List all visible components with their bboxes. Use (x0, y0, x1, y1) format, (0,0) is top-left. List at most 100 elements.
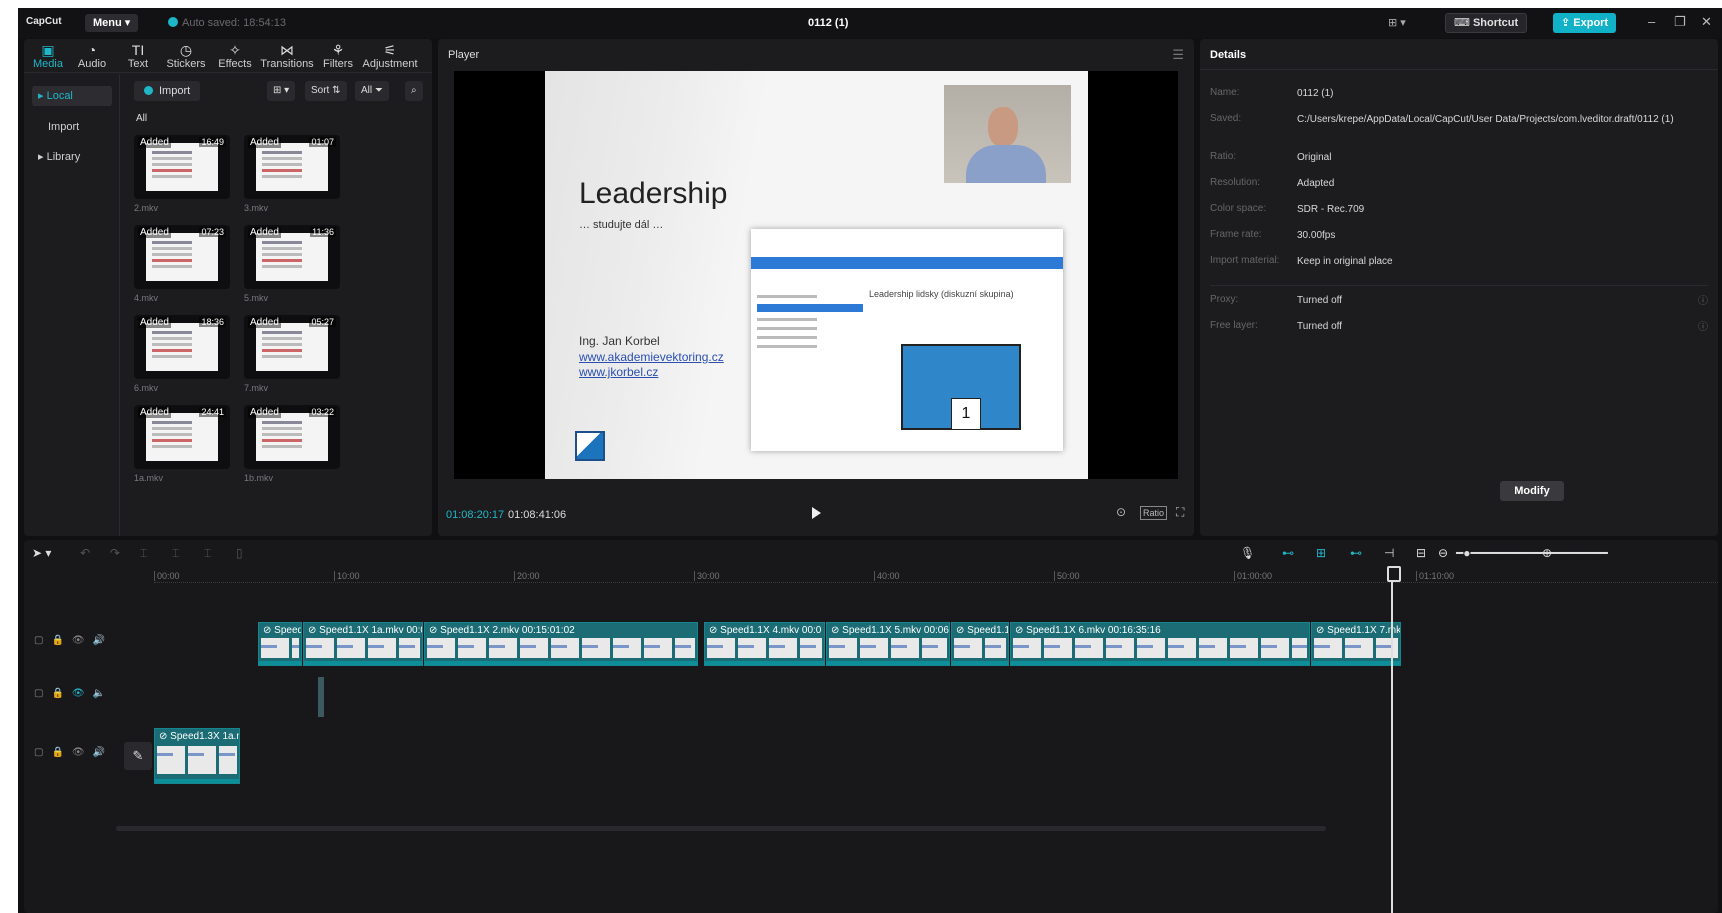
hamburger-icon[interactable]: ☰ (1172, 47, 1184, 63)
effects-icon: ✧ (229, 42, 241, 58)
minimize-icon[interactable]: – (1648, 14, 1655, 29)
split-left-icon[interactable]: ⌶ (172, 546, 179, 561)
duration-badge: 16:49 (199, 137, 226, 147)
media-item[interactable]: Added 01:07 3.mkv (244, 135, 340, 213)
text-icon: TI (131, 42, 145, 58)
detail-key: Name: (1210, 87, 1240, 98)
timeline-clip[interactable]: ⊘ Speed1.1X 1a.mkv 00:0 (303, 622, 423, 666)
media-item[interactable]: Added 24:41 1a.mkv (134, 405, 230, 483)
media-item[interactable]: Added 11:36 5.mkv (244, 225, 340, 303)
timeline-clip[interactable]: ⊘ Speed (258, 622, 302, 666)
ratio-button[interactable]: Ratio (1140, 506, 1168, 520)
sidebar-item-local[interactable]: ▸ Local (32, 86, 112, 106)
playhead[interactable] (1387, 566, 1401, 913)
edit-icon[interactable]: ✎ (124, 742, 152, 770)
timeline-scrollbar[interactable] (116, 826, 1326, 831)
speed-icon: ⊘ (263, 625, 272, 636)
zoom-fit-icon[interactable]: ⊙ (1116, 505, 1126, 519)
capcut-window: CapCut Menu ▾ Auto saved: 18:54:13 0112 … (18, 8, 1722, 913)
detail-key: Color space: (1210, 203, 1267, 214)
filter-button[interactable]: All ⏷ (355, 81, 389, 101)
media-thumbnail: Added 03:22 (244, 405, 340, 469)
zoom-in-icon[interactable]: ⊕ (1542, 546, 1552, 560)
fullscreen-icon[interactable]: ⛶ (1176, 505, 1184, 520)
zoom-out-icon[interactable]: ⊖ (1438, 546, 1448, 560)
info-icon[interactable]: ⓘ (1698, 292, 1708, 307)
media-name: 6.mkv (134, 383, 159, 393)
search-icon: ⌕ (411, 85, 417, 96)
media-item[interactable]: Added 05:27 7.mkv (244, 315, 340, 393)
redo-icon[interactable]: ↷ (110, 546, 120, 560)
search-button[interactable]: ⌕ (405, 81, 423, 101)
sort-button[interactable]: Sort ⇅ (305, 81, 347, 101)
media-item[interactable]: Added 07:23 4.mkv (134, 225, 230, 303)
view-toggle-button[interactable]: ⊞ ▾ (267, 81, 296, 101)
preview-axis-icon[interactable]: ⊣ (1384, 546, 1394, 560)
auto-snap-icon[interactable]: ⊞ (1316, 546, 1326, 560)
zoom-slider[interactable]: ━●━━━━━━━━━━━━━━━━━━━ (1456, 546, 1608, 560)
duration-badge: 11:36 (310, 227, 336, 237)
detail-value: Turned off (1297, 321, 1343, 332)
timeline-clip[interactable]: ⊘ Speed1.1X 4.mkv 00:0 (704, 622, 825, 666)
tab-media[interactable]: ▣ Media (32, 42, 64, 70)
speed-icon: ⊘ (429, 625, 438, 636)
undo-icon[interactable]: ↶ (80, 546, 90, 560)
sidebar-item-library[interactable]: ▸ Library (32, 147, 112, 167)
media-name: 7.mkv (244, 383, 269, 393)
timeline-clip[interactable]: ⊘ Speed1.1X 7.mk (1311, 622, 1401, 666)
media-tabs: ▣ Media ◔ Audio TI Text ◷ Stickers ✧ Effects … (24, 39, 432, 73)
lower-track-controls[interactable]: ▢🔒👁🔊 (34, 747, 113, 758)
tab-audio[interactable]: ◔ Audio (76, 42, 108, 70)
chevron-down-icon: ▾ (124, 17, 131, 29)
tab-filters[interactable]: ⚘ Filters (320, 42, 356, 70)
slide-title: Leadership (579, 177, 728, 210)
info-icon[interactable]: ⓘ (1698, 318, 1708, 333)
play-icon[interactable] (812, 507, 821, 519)
split-icon[interactable]: ⌶ (140, 546, 147, 561)
tab-adjustment[interactable]: ⚟ Adjustment (360, 42, 420, 70)
media-thumbnail: Added 05:27 (244, 315, 340, 379)
tab-stickers[interactable]: ◷ Stickers (164, 42, 208, 70)
tab-text[interactable]: TI Text (124, 42, 152, 70)
speed-icon: ⊘ (709, 625, 718, 636)
adjustment-icon: ⚟ (383, 42, 397, 58)
linkage-icon[interactable]: ⊷ (1350, 546, 1362, 560)
timeline-ruler[interactable]: 00:00 10:00 20:00 30:00 40:00 50:00 01:0… (154, 567, 1718, 583)
cover-icon[interactable]: ⊟ (1416, 546, 1426, 560)
media-item[interactable]: Added 18:36 6.mkv (134, 315, 230, 393)
title-bar: CapCut Menu ▾ Auto saved: 18:54:13 0112 … (18, 8, 1722, 38)
tab-effects[interactable]: ✧ Effects (216, 42, 254, 70)
shortcut-button[interactable]: ⌨ Shortcut (1445, 13, 1528, 33)
select-tool-icon[interactable]: ➤ ▾ (32, 546, 51, 560)
timeline-clip[interactable]: ⊘ Speed1.1X 2.mkv 00:15:01:02 (424, 622, 698, 666)
timeline-clip[interactable]: ⊘ Speed1.1X 6.mkv 00:16:35:16 (1010, 622, 1310, 666)
media-item[interactable]: Added 16:49 2.mkv (134, 135, 230, 213)
clip-marker (318, 677, 324, 717)
split-right-icon[interactable]: ⌶ (204, 546, 211, 561)
main-track-controls[interactable]: ▢🔒👁🔊 (34, 635, 113, 646)
detail-key: Frame rate: (1210, 229, 1262, 240)
modify-button[interactable]: Modify (1500, 481, 1564, 501)
speed-icon: ⊘ (831, 625, 840, 636)
clip-label: Speed1.1X 5.mkv 00:06 (842, 625, 949, 636)
microphone-icon[interactable]: 🎙 (1240, 546, 1255, 560)
duration-badge: 24:41 (199, 407, 226, 417)
timeline-clip[interactable]: ⊘ Speed1.1X 5.mkv 00:06 (826, 622, 950, 666)
tab-transitions[interactable]: ⋈ Transitions (258, 42, 316, 70)
player-viewport[interactable]: Leadership … studujte dál … Ing. Jan Kor… (454, 71, 1178, 479)
restore-icon[interactable]: ❐ (1674, 14, 1686, 30)
delete-icon[interactable]: ▯ (236, 546, 243, 560)
export-button[interactable]: ⇪ Export (1553, 13, 1617, 33)
plus-icon (144, 86, 153, 95)
audio-icon: ◔ (87, 42, 97, 58)
timeline-clip[interactable]: ⊘ Speed1.3X 1a.m (154, 728, 240, 784)
menu-button[interactable]: Menu ▾ (85, 14, 139, 32)
import-button[interactable]: Import (134, 81, 201, 101)
media-item[interactable]: Added 03:22 1b.mkv (244, 405, 340, 483)
sidebar-item-import[interactable]: Import (32, 117, 112, 137)
timeline-clip[interactable]: ⊘ Speed1.1: (951, 622, 1009, 666)
main-track-magnet-icon[interactable]: ⊷ (1282, 546, 1294, 560)
layout-icon[interactable]: ⊞ ▾ (1388, 16, 1406, 29)
overlay-track-controls[interactable]: ▢🔒👁🔈 (34, 688, 113, 699)
close-icon[interactable]: ✕ (1701, 14, 1712, 30)
